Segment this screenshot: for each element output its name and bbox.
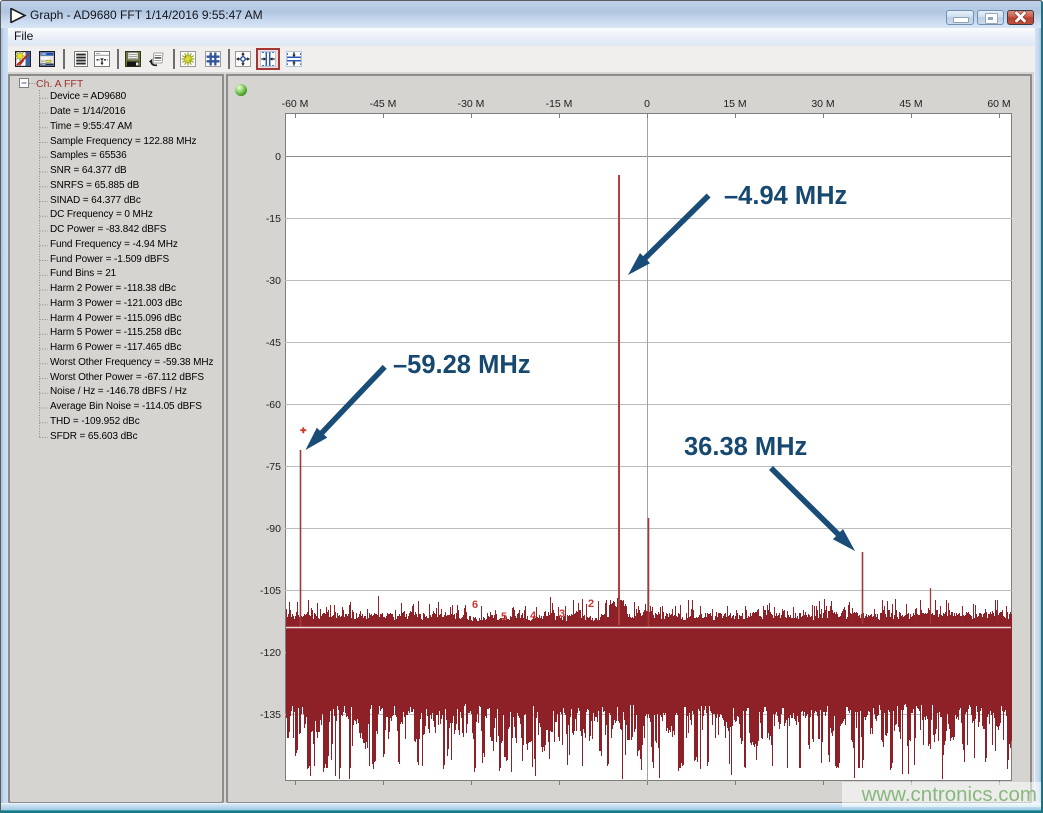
svg-text:-60: -60 <box>266 399 281 411</box>
svg-text:4: 4 <box>530 610 537 622</box>
svg-text:-30 M: -30 M <box>458 98 485 110</box>
svg-text:-15: -15 <box>266 213 281 225</box>
svg-text:6: 6 <box>472 599 478 611</box>
svg-text:-15 M: -15 M <box>546 98 573 110</box>
svg-text:60 M: 60 M <box>987 98 1010 110</box>
svg-text:15 M: 15 M <box>723 98 746 110</box>
svg-text:3: 3 <box>559 608 565 620</box>
svg-text:-90: -90 <box>266 523 281 535</box>
svg-text:-75: -75 <box>266 461 281 473</box>
svg-text:0: 0 <box>644 98 650 110</box>
svg-text:30 M: 30 M <box>811 98 834 110</box>
svg-text:0: 0 <box>275 151 281 163</box>
svg-text:-120: -120 <box>260 647 281 659</box>
svg-text:-45: -45 <box>266 337 281 349</box>
svg-text:-30: -30 <box>266 275 281 287</box>
svg-text:-45 M: -45 M <box>370 98 397 110</box>
svg-text:–59.28 MHz: –59.28 MHz <box>393 351 531 379</box>
svg-text:2: 2 <box>588 598 594 610</box>
svg-text:–4.94 MHz: –4.94 MHz <box>724 182 847 210</box>
svg-text:-135: -135 <box>260 709 281 721</box>
svg-text:5: 5 <box>501 611 507 623</box>
svg-text:-105: -105 <box>260 585 281 597</box>
svg-text:45 M: 45 M <box>899 98 922 110</box>
svg-text:36.38 MHz: 36.38 MHz <box>684 433 807 461</box>
svg-text:-60 M: -60 M <box>282 98 309 110</box>
